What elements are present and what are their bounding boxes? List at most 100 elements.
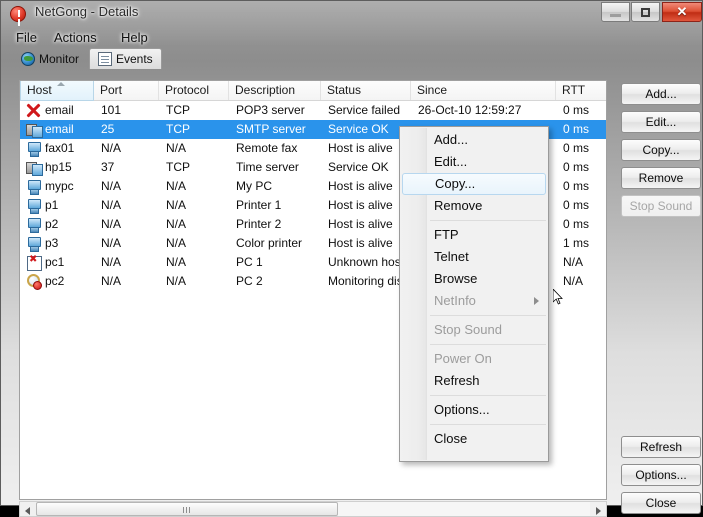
cell-protocol: TCP	[166, 101, 190, 120]
column-header-protocol[interactable]: Protocol	[159, 81, 229, 100]
ctx-refresh[interactable]: Refresh	[400, 370, 548, 392]
refresh-button[interactable]: Refresh	[621, 436, 701, 458]
cell-description: Printer 1	[236, 196, 281, 215]
cell-protocol: N/A	[166, 196, 186, 215]
ctx-ftp-label: FTP	[434, 227, 459, 242]
column-header-description[interactable]: Description	[229, 81, 321, 100]
ctx-copy[interactable]: Copy...	[402, 173, 546, 195]
cell-port: N/A	[101, 196, 121, 215]
ctx-browse[interactable]: Browse	[400, 268, 548, 290]
cell-description: My PC	[236, 177, 272, 196]
tab-strip: Monitor Events	[1, 48, 702, 68]
context-menu-separator	[400, 341, 548, 348]
cell-rtt: N/A	[563, 253, 583, 272]
copy-button[interactable]: Copy...	[621, 139, 701, 161]
column-header-host[interactable]: Host	[20, 81, 94, 101]
remove-button[interactable]: Remove	[621, 167, 701, 189]
mouse-cursor	[553, 289, 563, 305]
minimize-button[interactable]	[601, 2, 630, 22]
service-ok-icon	[26, 122, 41, 137]
menu-help[interactable]: Help	[116, 29, 153, 46]
minimize-icon	[602, 3, 629, 21]
horizontal-scrollbar[interactable]	[19, 501, 607, 517]
chevron-right-icon	[534, 297, 539, 305]
menu-actions[interactable]: Actions	[49, 29, 102, 46]
ctx-ftp[interactable]: FTP	[400, 224, 548, 246]
cell-rtt: 0 ms	[563, 177, 589, 196]
table-row[interactable]: email101TCPPOP3 serverService failed26-O…	[20, 101, 606, 120]
menu-file[interactable]: File	[11, 29, 42, 46]
column-header-since[interactable]: Since	[411, 81, 556, 100]
alert-circle-icon	[10, 6, 26, 22]
cell-rtt: 0 ms	[563, 139, 589, 158]
service-ok-icon	[26, 160, 41, 175]
ctx-telnet[interactable]: Telnet	[400, 246, 548, 268]
window-title: NetGong - Details	[35, 4, 138, 19]
ctx-netinfo: NetInfo	[400, 290, 548, 312]
cell-rtt: 0 ms	[563, 120, 589, 139]
cell-status: Host is alive	[328, 139, 393, 158]
service-failed-icon	[26, 103, 41, 118]
context-menu-separator	[400, 421, 548, 428]
cell-port: N/A	[101, 234, 121, 253]
cell-protocol: TCP	[166, 120, 190, 139]
cell-protocol: N/A	[166, 177, 186, 196]
cell-status: Service OK	[328, 158, 389, 177]
context-menu[interactable]: Add...Edit...Copy... Remove FTP Telnet Brows…	[399, 126, 549, 462]
cell-host: mypc	[45, 177, 74, 196]
cell-host: email	[45, 101, 74, 120]
netgong-window: NetGong - Details ✕ File Actions Help Mo…	[0, 0, 703, 506]
column-header-status[interactable]: Status	[321, 81, 411, 100]
cell-rtt: 0 ms	[563, 215, 589, 234]
scrollbar-track[interactable]	[36, 502, 590, 516]
ctx-remove-label: Remove	[434, 198, 482, 213]
ctx-options[interactable]: Options...	[400, 399, 548, 421]
maximize-icon	[632, 3, 659, 21]
cell-status: Host is alive	[328, 234, 393, 253]
cell-description: PC 1	[236, 253, 263, 272]
context-menu-items: Add...Edit...Copy... Remove FTP Telnet Brows…	[400, 129, 548, 450]
cell-protocol: TCP	[166, 158, 190, 177]
ctx-edit[interactable]: Edit...	[400, 151, 548, 173]
host-alive-icon	[26, 236, 41, 251]
tab-events-label: Events	[116, 52, 153, 66]
tab-monitor[interactable]: Monitor	[13, 48, 87, 69]
column-header-rtt[interactable]: RTT	[556, 81, 607, 100]
cell-description: Color printer	[236, 234, 302, 253]
host-alive-icon	[26, 217, 41, 232]
ctx-close[interactable]: Close	[400, 428, 548, 450]
tab-events[interactable]: Events	[89, 48, 162, 69]
edit-button[interactable]: Edit...	[621, 111, 701, 133]
scroll-right-button[interactable]	[590, 502, 606, 516]
list-header-row: Host Port Protocol Description Status Si…	[20, 81, 606, 101]
options-button[interactable]: Options...	[621, 464, 701, 486]
host-alive-icon	[26, 179, 41, 194]
cell-description: PC 2	[236, 272, 263, 291]
ctx-stop-sound: Stop Sound	[400, 319, 548, 341]
cell-port: N/A	[101, 272, 121, 291]
cell-rtt: 0 ms	[563, 196, 589, 215]
cell-host: p2	[45, 215, 58, 234]
cell-protocol: N/A	[166, 215, 186, 234]
ctx-power-on-label: Power On	[434, 351, 492, 366]
globe-icon	[21, 52, 35, 66]
ctx-remove[interactable]: Remove	[400, 195, 548, 217]
cell-status: Host is alive	[328, 196, 393, 215]
close-button[interactable]: Close	[621, 492, 701, 514]
menu-bar: File Actions Help	[1, 27, 702, 47]
close-window-button[interactable]: ✕	[662, 2, 702, 22]
add-button[interactable]: Add...	[621, 83, 701, 105]
ctx-telnet-label: Telnet	[434, 249, 469, 264]
title-bar[interactable]: NetGong - Details ✕	[1, 1, 702, 27]
cell-port: N/A	[101, 139, 121, 158]
ctx-add[interactable]: Add...	[400, 129, 548, 151]
cell-since: 26-Oct-10 12:59:27	[418, 101, 521, 120]
column-header-port[interactable]: Port	[94, 81, 159, 100]
scrollbar-thumb[interactable]	[36, 502, 338, 516]
maximize-button[interactable]	[631, 2, 660, 22]
scroll-left-button[interactable]	[20, 502, 36, 516]
unknown-host-icon	[26, 255, 41, 270]
cell-port: N/A	[101, 253, 121, 272]
client-area: Host Port Protocol Description Status Si…	[9, 69, 696, 501]
cell-description: POP3 server	[236, 101, 305, 120]
